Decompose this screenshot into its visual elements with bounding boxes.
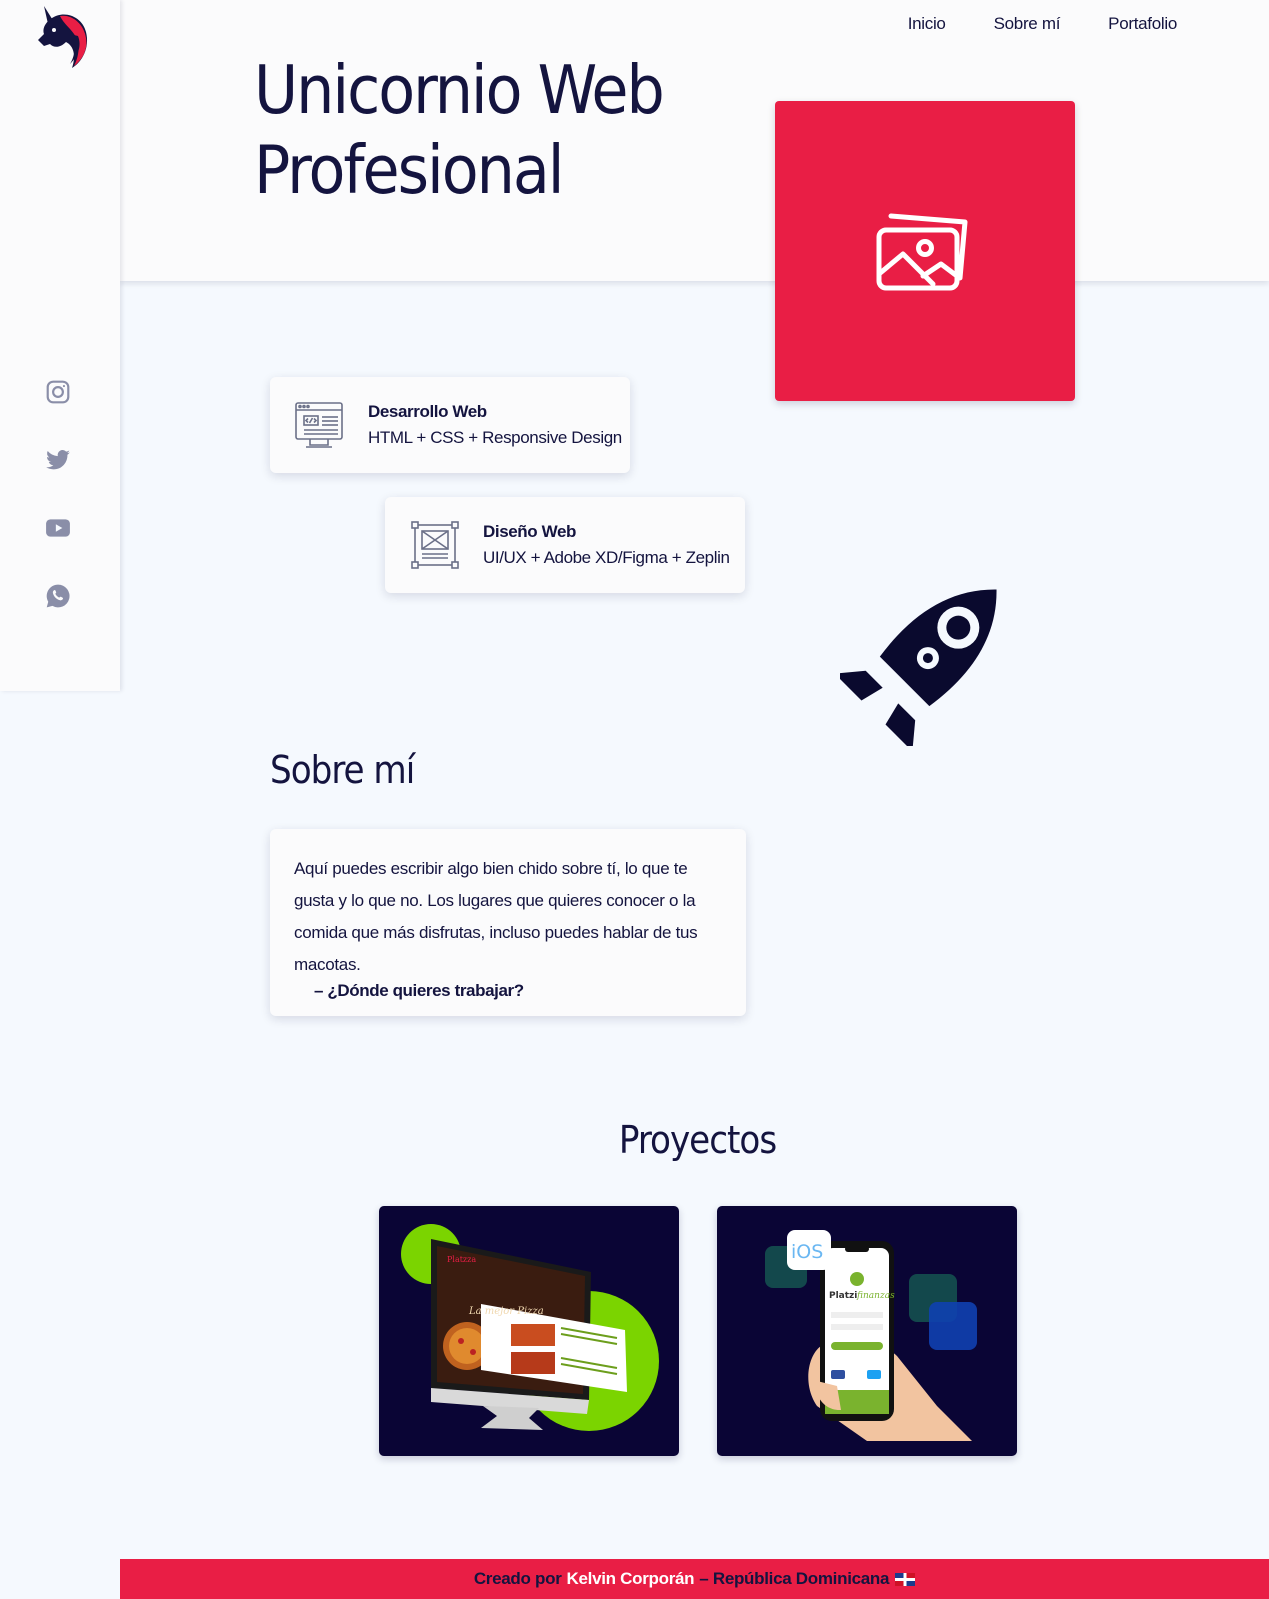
project-brand-platzza: Platzza [447, 1255, 476, 1264]
projects-title: Proyectos [618, 1118, 777, 1162]
nav-sobre-mi[interactable]: Sobre mí [994, 14, 1061, 34]
skill-text: Desarrollo Web HTML + CSS + Responsive D… [368, 402, 622, 448]
whatsapp-icon [46, 584, 70, 608]
nav-portafolio[interactable]: Portafolio [1108, 14, 1177, 34]
project-card-platzi-finanzas[interactable]: Platzi finanzas iOS [717, 1206, 1017, 1456]
youtube-link[interactable] [44, 514, 72, 542]
skill-title: Desarrollo Web [368, 402, 487, 421]
skill-title: Diseño Web [483, 522, 576, 541]
skill-text: Diseño Web UI/UX + Adobe XD/Figma + Zepl… [483, 522, 730, 568]
footer-prefix: Creado por [473, 1569, 562, 1588]
wireframe-icon [411, 521, 459, 569]
skill-card-desarrollo: Desarrollo Web HTML + CSS + Responsive D… [270, 377, 630, 473]
hero-title: Unicornio Web Profesional [254, 50, 665, 210]
twitter-link[interactable] [44, 446, 72, 474]
whatsapp-link[interactable] [44, 582, 72, 610]
main-nav: Inicio Sobre mí Portafolio [908, 14, 1178, 34]
rocket-icon [840, 589, 997, 746]
project-hero-text: La mejor Pizza [468, 1306, 544, 1317]
about-title: Sobre mí [270, 748, 415, 792]
about-quote: – ¿Dónde quieres trabajar? [314, 981, 524, 1000]
skill-card-diseno: Diseño Web UI/UX + Adobe XD/Figma + Zepl… [385, 497, 745, 593]
hero-title-line2: Profesional [254, 131, 565, 209]
skill-desc: UI/UX + Adobe XD/Figma + Zeplin [483, 548, 730, 567]
footer: Creado por Kelvin Corporán – República D… [120, 1559, 1269, 1599]
project-image-platzi-finanzas: Platzi finanzas iOS [765, 1230, 977, 1441]
dominican-flag-icon [895, 1572, 916, 1586]
instagram-icon [46, 380, 70, 404]
nav-inicio[interactable]: Inicio [908, 14, 946, 34]
footer-suffix: – República Dominicana [699, 1569, 890, 1588]
youtube-icon [46, 519, 70, 537]
about-text: Aquí puedes escribir algo bien chido sob… [294, 859, 698, 974]
hero-title-line1: Unicornio Web [254, 51, 665, 129]
project-brand-finanzas: finanzas [856, 1291, 895, 1301]
twitter-icon [46, 450, 70, 470]
unicorn-logo[interactable] [30, 4, 92, 70]
instagram-link[interactable] [44, 378, 72, 406]
about-card: Aquí puedes escribir algo bien chido sob… [270, 829, 746, 1016]
ios-badge: iOS [791, 1241, 823, 1263]
sidebar [0, 0, 120, 691]
project-brand-platzi: Platzi [829, 1291, 857, 1301]
hero-image [775, 101, 1075, 401]
footer-author[interactable]: Kelvin Corporán [567, 1569, 695, 1589]
skill-desc: HTML + CSS + Responsive Design [368, 428, 622, 447]
project-image-platzza: Platzza La mejor Pizza [401, 1224, 659, 1431]
photos-icon [876, 213, 968, 291]
project-card-platzza[interactable]: Platzza La mejor Pizza [379, 1206, 679, 1456]
code-window-icon [295, 402, 343, 448]
